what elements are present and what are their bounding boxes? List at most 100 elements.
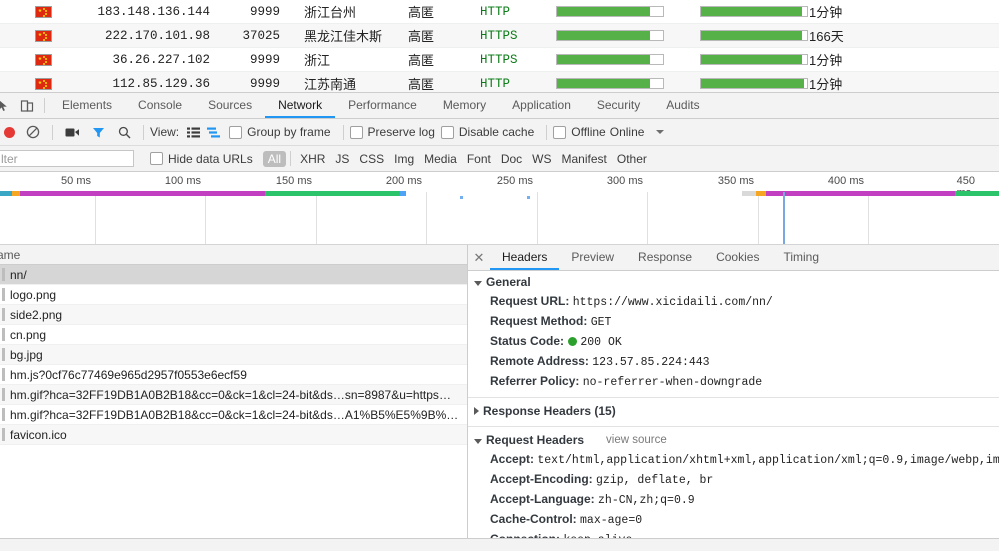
list-view-icon[interactable] — [183, 119, 203, 145]
throttling-select[interactable]: Online — [610, 125, 645, 139]
filter-type-media[interactable]: Media — [424, 152, 457, 166]
tab-console[interactable]: Console — [125, 93, 195, 118]
list-item[interactable]: side2.png — [0, 305, 467, 325]
toggle-device-toolbar-icon[interactable] — [14, 93, 40, 118]
request-headers-section-header[interactable]: Request Headers view source — [468, 429, 999, 450]
proxy-type: HTTP — [480, 4, 511, 19]
tab-preview[interactable]: Preview — [559, 245, 626, 270]
filter-type-img[interactable]: Img — [394, 152, 414, 166]
group-by-frame-label: Group by frame — [247, 125, 331, 139]
tab-headers[interactable]: Headers — [490, 245, 560, 270]
group-by-frame-checkbox[interactable]: Group by frame — [229, 125, 331, 139]
filter-input[interactable]: lter — [0, 150, 134, 167]
tab-network[interactable]: Network — [265, 93, 336, 118]
tab-timing[interactable]: Timing — [771, 245, 831, 270]
filter-type-xhr[interactable]: XHR — [300, 152, 325, 166]
header-value: no-referrer-when-downgrade — [582, 376, 763, 389]
chevron-down-icon[interactable] — [656, 130, 665, 134]
filter-type-all[interactable]: All — [262, 150, 287, 167]
filter-type-manifest[interactable]: Manifest — [562, 152, 607, 166]
search-icon[interactable] — [111, 119, 137, 145]
header-key: Referrer Policy: — [490, 374, 580, 388]
ruler-tick: 150 ms — [275, 175, 312, 187]
list-item[interactable]: logo.png — [0, 285, 467, 305]
camera-icon[interactable] — [59, 119, 85, 145]
general-section-header[interactable]: General — [468, 271, 999, 292]
header-key: Remote Address: — [490, 354, 589, 368]
chevron-down-icon — [474, 280, 482, 286]
toolbar-divider — [546, 124, 548, 140]
tab-application[interactable]: Application — [499, 93, 584, 118]
section-divider — [468, 426, 999, 427]
devtools-tabstrip: Elements Console Sources Network Perform… — [0, 93, 999, 119]
list-item[interactable]: nn/ — [0, 265, 467, 285]
proxy-ip: 222.170.101.98 — [104, 28, 210, 43]
header-row: Cache-Control: max-age=0 — [468, 510, 999, 530]
offline-checkbox[interactable]: Offline — [553, 125, 606, 139]
filter-type-css[interactable]: CSS — [359, 152, 384, 166]
toolbar-divider — [290, 151, 292, 166]
disable-cache-checkbox[interactable]: Disable cache — [440, 125, 534, 139]
filter-type-js[interactable]: JS — [335, 152, 349, 166]
header-value: max-age=0 — [580, 514, 643, 527]
table-row[interactable]: 112.85.129.36 9999 江苏南通 高匿 HTTP 1分钟 — [0, 72, 999, 92]
headers-content: General Request URL: https://www.xicidai… — [468, 271, 999, 551]
request-list-pane: ame nn/ logo.png side2.png cn.png bg.jpg… — [0, 245, 468, 551]
record-icon[interactable] — [2, 119, 20, 145]
list-item[interactable]: hm.gif?hca=32FF19DB1A0B2B18&cc=0&ck=1&cl… — [0, 385, 467, 405]
tab-audits[interactable]: Audits — [653, 93, 712, 118]
tab-cookies[interactable]: Cookies — [704, 245, 771, 270]
preserve-log-checkbox[interactable]: Preserve log — [349, 125, 435, 139]
inspect-element-icon[interactable] — [0, 93, 14, 118]
list-item[interactable]: hm.gif?hca=32FF19DB1A0B2B18&cc=0&ck=1&cl… — [0, 405, 467, 425]
tab-memory[interactable]: Memory — [430, 93, 499, 118]
filter-funnel-icon[interactable] — [85, 119, 111, 145]
filter-type-ws[interactable]: WS — [532, 152, 551, 166]
checkbox-box — [229, 125, 243, 139]
hide-data-urls-checkbox[interactable]: Hide data URLs — [150, 152, 253, 166]
tab-security[interactable]: Security — [584, 93, 653, 118]
waterfall-view-icon[interactable] — [203, 119, 223, 145]
list-item[interactable]: bg.jpg — [0, 345, 467, 365]
filter-type-other[interactable]: Other — [617, 152, 647, 166]
proxy-speed-meter — [542, 78, 664, 89]
response-headers-section-header[interactable]: Response Headers (15) — [468, 400, 999, 421]
header-value: 123.57.85.224:443 — [592, 356, 710, 369]
header-value: https://www.xicidaili.com/nn/ — [572, 296, 773, 309]
proxy-table: 183.148.136.144 9999 浙江台州 高匿 HTTP 1分钟 22… — [0, 0, 999, 92]
list-item[interactable]: cn.png — [0, 325, 467, 345]
request-name: logo.png — [10, 287, 57, 302]
overview-cursor[interactable] — [783, 192, 785, 244]
tab-response[interactable]: Response — [626, 245, 704, 270]
filter-type-font[interactable]: Font — [467, 152, 491, 166]
proxy-anonymity: 高匿 — [408, 29, 435, 44]
table-row[interactable]: 36.26.227.102 9999 浙江 高匿 HTTPS 1分钟 — [0, 48, 999, 72]
table-row[interactable]: 222.170.101.98 37025 黑龙江佳木斯 高匿 HTTPS 166… — [0, 24, 999, 48]
request-list-header[interactable]: ame — [0, 245, 467, 265]
list-item[interactable]: hm.js?0cf76c77469e965d2957f0553e6ecf59 — [0, 365, 467, 385]
table-row[interactable]: 183.148.136.144 9999 浙江台州 高匿 HTTP 1分钟 — [0, 0, 999, 24]
header-key: Accept: — [490, 452, 535, 466]
filter-type-doc[interactable]: Doc — [501, 152, 522, 166]
tab-sources[interactable]: Sources — [195, 93, 265, 118]
proxy-port: 9999 — [249, 76, 280, 91]
tab-performance[interactable]: Performance — [335, 93, 430, 118]
ruler-tick: 400 ms — [827, 175, 864, 187]
network-overview[interactable]: 50 ms 100 ms 150 ms 200 ms 250 ms 300 ms… — [0, 172, 999, 245]
overview-marker — [527, 196, 530, 199]
overview-bar-wait — [0, 191, 12, 196]
close-icon[interactable]: ✕ — [468, 245, 490, 270]
checkbox-box — [349, 125, 363, 139]
request-type-indicator — [2, 308, 5, 321]
overview-bar-stalled — [12, 191, 20, 196]
proxy-anonymity: 高匿 — [408, 5, 435, 20]
chevron-right-icon — [474, 407, 479, 415]
checkbox-box — [150, 152, 163, 165]
tab-elements[interactable]: Elements — [49, 93, 125, 118]
view-source-link[interactable]: view source — [606, 434, 667, 446]
clear-icon[interactable] — [20, 119, 46, 145]
request-list[interactable]: nn/ logo.png side2.png cn.png bg.jpg hm.… — [0, 265, 467, 551]
devtools-panel: Elements Console Sources Network Perform… — [0, 92, 999, 551]
list-item[interactable]: favicon.ico — [0, 425, 467, 445]
overview-bar-end — [400, 191, 406, 196]
